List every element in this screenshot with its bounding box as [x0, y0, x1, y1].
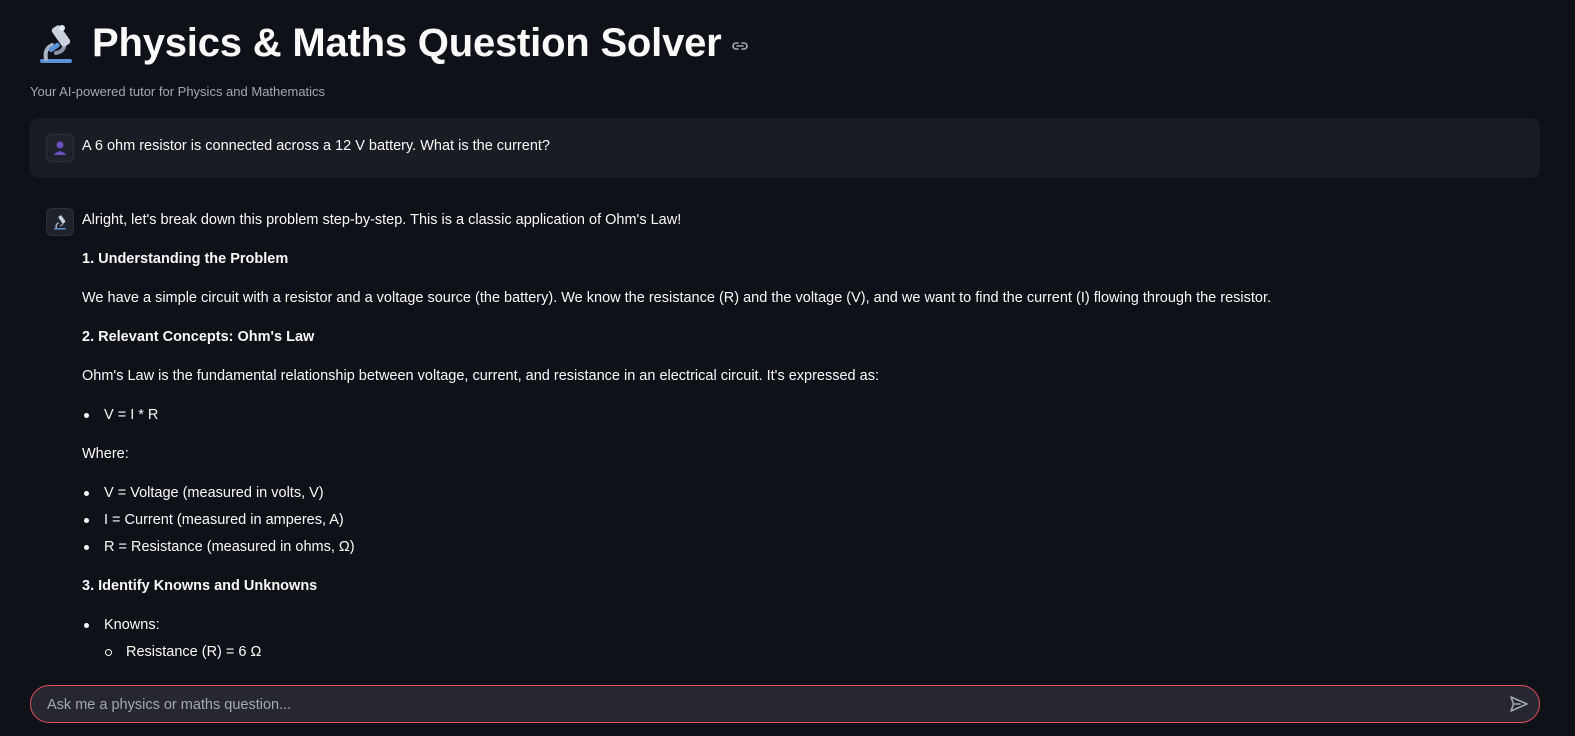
user-message: A 6 ohm resistor is connected across a 1… — [30, 118, 1540, 178]
list-item: Resistance (R) = 6 Ω — [104, 642, 1522, 662]
page-header: Physics & Maths Question Solver — [32, 18, 750, 68]
user-avatar-icon — [46, 134, 74, 162]
section-text-understanding: We have a simple circuit with a resistor… — [82, 290, 1272, 306]
section-text-concepts: Ohm's Law is the fundamental relationshi… — [82, 368, 879, 384]
section-heading-understanding: 1. Understanding the Problem — [82, 251, 289, 267]
assistant-intro: Alright, let's break down this problem s… — [82, 212, 682, 228]
app-root: Physics & Maths Question Solver Your AI-… — [0, 0, 1575, 736]
assistant-message: Alright, let's break down this problem s… — [30, 192, 1540, 672]
knowns-list: Knowns: Resistance (R) = 6 Ω — [82, 615, 1522, 662]
link-icon[interactable] — [730, 36, 750, 56]
knowns-label: Knowns: — [82, 615, 1522, 635]
formula-item: V = I * R — [82, 405, 1522, 425]
list-item: R = Resistance (measured in ohms, Ω) — [82, 537, 1522, 557]
definitions-list: V = Voltage (measured in volts, V) I = C… — [82, 483, 1522, 557]
chat-input-container — [30, 685, 1540, 724]
page-title: Physics & Maths Question Solver — [92, 20, 722, 65]
assistant-message-body: Alright, let's break down this problem s… — [82, 210, 1522, 662]
microscope-icon — [40, 25, 72, 63]
send-icon[interactable] — [1509, 694, 1529, 714]
section-heading-concepts: 2. Relevant Concepts: Ohm's Law — [82, 329, 315, 345]
chat-input[interactable] — [45, 686, 1489, 724]
user-message-text: A 6 ohm resistor is connected across a 1… — [82, 138, 550, 154]
where-label: Where: — [82, 446, 129, 462]
page-subtitle: Your AI-powered tutor for Physics and Ma… — [30, 84, 326, 99]
section-heading-knowns: 3. Identify Knowns and Unknowns — [82, 578, 318, 594]
list-item: I = Current (measured in amperes, A) — [82, 510, 1522, 530]
list-item: V = Voltage (measured in volts, V) — [82, 483, 1522, 503]
assistant-avatar-icon — [46, 208, 74, 236]
formula-list: V = I * R — [82, 405, 1522, 425]
